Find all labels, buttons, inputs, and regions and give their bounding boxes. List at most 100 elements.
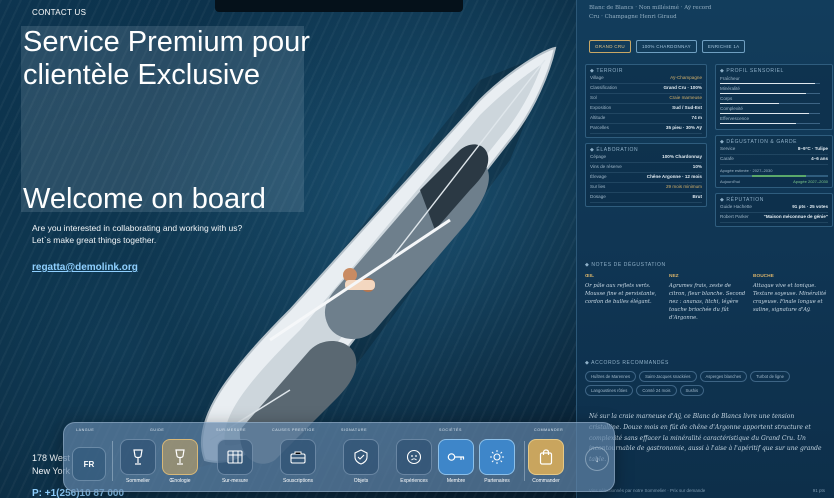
reputation-key: Robert Parker	[720, 214, 749, 220]
profile-bar-label: Corps	[720, 96, 733, 101]
elaboration-key: Dosage	[590, 193, 606, 199]
profile-bar: Complexité	[720, 106, 828, 115]
tasting-notes: ◆ NOTES DE DÉGUSTATION ŒIL Or pâle aux r…	[585, 262, 831, 322]
grid-icon	[227, 450, 243, 464]
face-icon	[406, 449, 422, 465]
elaboration-value: 100% Chardonnay	[662, 154, 702, 159]
note-bouche: BOUCHE Attaque vive et tonique. Texture …	[753, 274, 827, 314]
group-causes: CAUSES PRESTIGE	[272, 428, 315, 432]
terroir-key: Exposition	[590, 105, 612, 111]
tasting-value: 4–6 ans	[811, 156, 828, 162]
terroir-key: Sol	[590, 95, 597, 101]
profile-bar-label: Complexité	[720, 106, 743, 111]
email-link[interactable]: regatta@demolink.org	[32, 262, 138, 273]
profile-bar-fill	[720, 112, 809, 114]
chevron-down-icon[interactable]: ↓	[585, 447, 609, 471]
note-nez: NEZ Agrumes frais, zeste de citron, fleu…	[669, 274, 746, 322]
tasting-key: Service	[720, 146, 736, 152]
profile-bar-label: Effervescence	[720, 116, 750, 121]
tasting-row: Service 8–9°C · Tulipe	[720, 145, 828, 155]
dock-membre[interactable]: Membre	[436, 439, 476, 484]
elaboration-value: 29 mois minimum	[666, 183, 702, 189]
terroir-value: Grand Cru · 100%	[663, 85, 702, 91]
tasting-block: ◆ DÉGUSTATION & GARDE Service 8–9°C · Tul…	[715, 135, 833, 188]
badge-grand-cru: GRAND CRU	[589, 40, 631, 53]
wine-story: Né sur la craie marneuse d'Aÿ, ce Blanc …	[589, 413, 822, 463]
terroir-key: Altitude	[590, 115, 606, 121]
sun-icon	[490, 450, 504, 464]
wine-header: Blanc de Blancs · Non millésimé · Aÿ rec…	[589, 5, 712, 21]
dock-partenaires[interactable]: Partenaires	[477, 439, 517, 484]
terroir-block: ◆ TERROIR Village Aÿ-Champagne Classificat…	[585, 64, 707, 138]
badge-enrichie: ENRICHIE 1A	[701, 40, 746, 53]
reputation-block: ◆ RÉPUTATION Guide Hachette 91 pts · 25 v…	[715, 192, 833, 227]
terroir-value: Craie marneuse	[669, 95, 702, 101]
page-headline: Service Premium pour clientèle Exclusive	[23, 26, 310, 91]
elaboration-value: Brut	[692, 193, 702, 199]
briefcase-icon	[290, 451, 306, 464]
bottom-dock: LANGUE FR GUIDE Sommelier Œnologie SUR-M…	[63, 422, 615, 492]
elaboration-value: 10%	[692, 163, 702, 169]
reputation-key: Guide Hachette	[720, 204, 752, 210]
terroir-value: Sud / Sud-Est	[672, 105, 702, 111]
wine-badges: GRAND CRU 100% CHARDONNAY ENRICHIE 1A	[589, 40, 746, 53]
dock-commander[interactable]: Commander	[526, 439, 566, 484]
lang-label: LANGUE	[76, 428, 95, 432]
group-societes: SOCIÉTÉS	[439, 428, 462, 432]
terroir-row: Classification Grand Cru · 100%	[590, 84, 702, 94]
pairing-chip: Sushis	[679, 385, 705, 396]
dock-oenologie[interactable]: Œnologie	[160, 439, 200, 484]
terroir-key: Classification	[590, 85, 618, 91]
pairing-chip: Langoustines rôties	[585, 385, 634, 396]
terroir-value: 74 m	[691, 115, 702, 121]
pairing-chip: Huîtres de Marennes	[585, 371, 637, 382]
pairing-chip: Saint-Jacques snackées	[639, 371, 697, 382]
wine-glass-icon	[133, 449, 143, 465]
dock-sommelier[interactable]: Sommelier	[118, 439, 158, 484]
profile-bar-fill	[720, 102, 780, 104]
elaboration-row: Dosage Brut	[590, 193, 702, 203]
profile-bar-fill	[720, 92, 807, 94]
profile-bar-fill	[720, 82, 816, 84]
elaboration-key: Vins de réserve	[590, 163, 622, 169]
glass-icon	[175, 449, 185, 465]
reputation-value: 91 pts · 25 votes	[792, 204, 828, 210]
panel-footer: Vins sélectionnés par notre Sommelier · …	[589, 488, 825, 493]
tasting-key: Carafe	[720, 156, 734, 162]
wine-detail-panel: Blanc de Blancs · Non millésimé · Aÿ rec…	[576, 0, 834, 498]
reputation-row: Guide Hachette 91 pts · 25 votes	[720, 203, 828, 213]
profile-bar: Effervescence	[720, 116, 828, 125]
pairing-chip: Comté 24 mois	[636, 385, 677, 396]
pairing-chip: Asperges blanches	[699, 371, 748, 382]
note-oeil: ŒIL Or pâle aux reflets verts. Mousse fi…	[585, 274, 657, 306]
dock-experiences[interactable]: Expériences	[394, 439, 434, 484]
profile-bar: Minéralité	[720, 86, 828, 95]
elaboration-row: Cépage 100% Chardonnay	[590, 153, 702, 163]
profile-bar-fill	[720, 122, 796, 124]
dock-souscriptions[interactable]: Souscriptions	[278, 439, 318, 484]
shopping-bag-icon	[539, 449, 553, 465]
aging-timeline: Apogée estimée · 2027–2030 Aujourd'hui A…	[720, 167, 828, 184]
terroir-key: Parcelles	[590, 125, 609, 131]
dock-sur-mesure[interactable]: Sur-mesure	[215, 439, 255, 484]
elaboration-row: Élevage Chêne Argonne · 12 mois	[590, 173, 702, 183]
profile-title: ◆ PROFIL SENSORIEL	[720, 68, 784, 74]
dock-objets[interactable]: Objets	[341, 439, 381, 484]
intro-text: Are you interested in collaborating and …	[32, 223, 243, 246]
terroir-row: Village Aÿ-Champagne	[590, 74, 702, 84]
pairing-chip: Turbot de ligne	[750, 371, 790, 382]
language-button[interactable]: FR	[72, 447, 106, 481]
group-surmesure: SUR-MESURE	[216, 428, 247, 432]
food-pairings: ◆ ACCORDS RECOMMANDÉS Huîtres de Marenne…	[585, 360, 831, 396]
tasting-row: Carafe 4–6 ans	[720, 155, 828, 165]
elaboration-key: Sur lies	[590, 183, 606, 189]
welcome-heading: Welcome on board	[23, 183, 266, 215]
elaboration-value: Chêne Argonne · 12 mois	[646, 173, 702, 179]
group-commander: COMMANDER	[534, 428, 564, 432]
shield-icon	[354, 449, 368, 465]
sensory-profile-block: ◆ PROFIL SENSORIEL Fraîcheur Minéralité Co…	[715, 64, 833, 130]
elaboration-key: Élevage	[590, 173, 607, 179]
elaboration-block: ◆ ÉLABORATION Cépage 100% Chardonnay Vins …	[585, 142, 707, 207]
terroir-row: Sol Craie marneuse	[590, 94, 702, 104]
reputation-row: Robert Parker "Maison méconnue de génie"	[720, 213, 828, 223]
